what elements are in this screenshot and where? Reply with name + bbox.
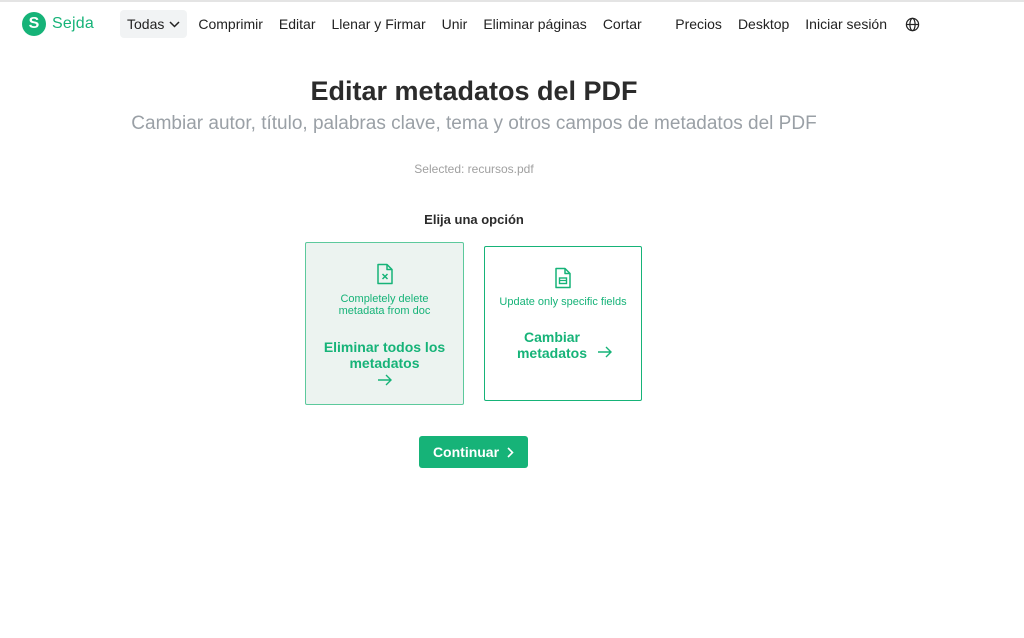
choose-option-label: Elija una opción — [424, 212, 524, 227]
nav-item-compress[interactable]: Comprimir — [198, 10, 263, 38]
nav-item-split[interactable]: Cortar — [603, 10, 642, 38]
page-subtitle: Cambiar autor, título, palabras clave, t… — [131, 113, 817, 134]
option-action-label: Cambiar metadatos — [516, 329, 588, 361]
option-action-label: Eliminar todos los metadatos — [323, 339, 446, 371]
top-navbar: S Sejda Todas Comprimir Editar Llenar y … — [0, 2, 1024, 44]
page-title: Editar metadatos del PDF — [310, 76, 638, 106]
option-description: Completely delete metadata from doc — [338, 293, 431, 317]
chevron-right-icon — [507, 446, 514, 458]
continue-label: Continuar — [432, 444, 500, 460]
option-description: Update only specific fields — [499, 296, 627, 308]
nav-item-pricing[interactable]: Precios — [675, 10, 722, 38]
sejda-logo-mark: S — [22, 12, 46, 36]
continue-button[interactable]: Continuar — [419, 436, 528, 468]
nav-item-fill-sign[interactable]: Llenar y Firmar — [332, 10, 426, 38]
arrow-right-icon — [306, 374, 463, 386]
nav-item-merge[interactable]: Unir — [442, 10, 468, 38]
arrow-right-icon — [597, 346, 613, 358]
nav-account: Precios Desktop Iniciar sesión — [659, 10, 920, 38]
sejda-logo[interactable]: S Sejda — [22, 12, 94, 36]
nav-item-edit[interactable]: Editar — [279, 10, 316, 38]
all-tools-dropdown[interactable]: Todas — [120, 10, 188, 38]
all-tools-label: Todas — [127, 16, 165, 32]
nav-tools: Todas Comprimir Editar Llenar y Firmar U… — [120, 10, 642, 38]
sejda-logo-text: Sejda — [52, 15, 94, 32]
nav-item-delete-pages[interactable]: Eliminar páginas — [483, 10, 587, 38]
file-edit-icon — [485, 267, 641, 289]
nav-item-desktop[interactable]: Desktop — [738, 10, 789, 38]
option-delete-all-metadata[interactable]: Completely delete metadata from doc Elim… — [305, 242, 464, 405]
option-action-row: Cambiar metadatos — [485, 329, 641, 361]
file-x-icon — [306, 263, 463, 285]
option-change-metadata[interactable]: Update only specific fields Cambiar meta… — [484, 246, 642, 401]
nav-item-login[interactable]: Iniciar sesión — [805, 10, 887, 38]
selected-file-label: Selected: recursos.pdf — [414, 162, 534, 176]
chevron-down-icon — [169, 20, 180, 28]
language-globe-icon[interactable] — [905, 17, 920, 32]
